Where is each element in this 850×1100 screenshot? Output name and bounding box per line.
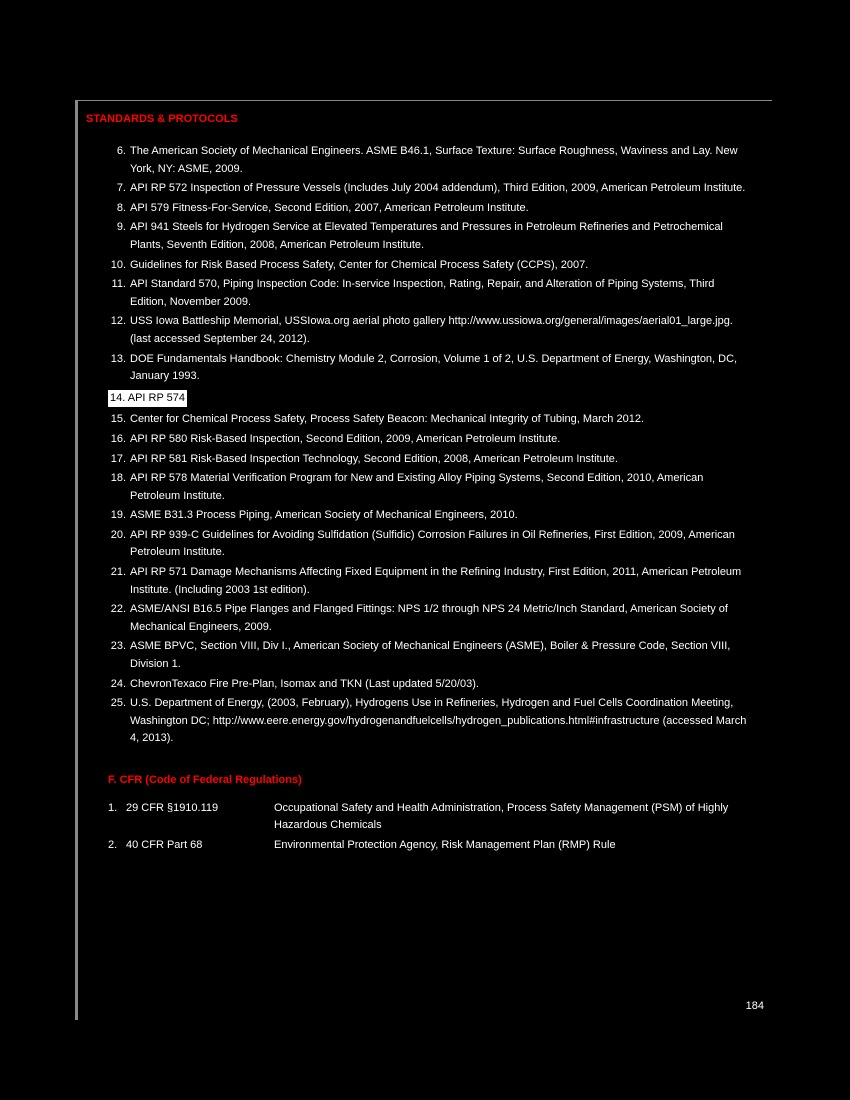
item-text: ASME/ANSI B16.5 Pipe Flanges and Flanged… — [130, 601, 752, 636]
item-number: 22. — [108, 601, 130, 636]
list-item: 7.API RP 572 Inspection of Pressure Vess… — [108, 180, 752, 198]
item-text: The American Society of Mechanical Engin… — [130, 143, 752, 178]
list-item: 20.API RP 939-C Guidelines for Avoiding … — [108, 527, 752, 562]
item-text: Center for Chemical Process Safety, Proc… — [130, 411, 752, 429]
item-text: Guidelines for Risk Based Process Safety… — [130, 257, 752, 275]
item-number: 19. — [108, 507, 130, 525]
cfr-code: 40 CFR Part 68 — [126, 837, 274, 855]
item-number: 8. — [108, 200, 130, 218]
item-number: 17. — [108, 451, 130, 469]
item-number: 9. — [108, 219, 130, 254]
list-item: 10.Guidelines for Risk Based Process Saf… — [108, 257, 752, 275]
cfr-number: 1. — [108, 800, 126, 835]
item-text: API Standard 570, Piping Inspection Code… — [130, 276, 752, 311]
list-item: 24.ChevronTexaco Fire Pre-Plan, Isomax a… — [108, 676, 752, 694]
list-item: 23.ASME BPVC, Section VIII, Div I., Amer… — [108, 638, 752, 673]
list-item: 21.API RP 571 Damage Mechanisms Affectin… — [108, 564, 752, 599]
document-content: 6.The American Society of Mechanical Eng… — [78, 125, 772, 854]
section-header: STANDARDS & PROTOCOLS — [78, 101, 772, 125]
item-text: API 941 Steels for Hydrogen Service at E… — [130, 219, 752, 254]
list-item: 11.API Standard 570, Piping Inspection C… — [108, 276, 752, 311]
item-number: 13. — [108, 351, 130, 386]
list-item: 22.ASME/ANSI B16.5 Pipe Flanges and Flan… — [108, 601, 752, 636]
item-number: 15. — [108, 411, 130, 429]
item-text: API 579 Fitness-For-Service, Second Edit… — [130, 200, 752, 218]
item-text: API RP 939-C Guidelines for Avoiding Sul… — [130, 527, 752, 562]
document-page: STANDARDS & PROTOCOLS 6.The American Soc… — [75, 100, 772, 1020]
item-number: 6. — [108, 143, 130, 178]
item-number: 25. — [108, 695, 130, 748]
item-number: 23. — [108, 638, 130, 673]
item-number: 11. — [108, 276, 130, 311]
cfr-description: Environmental Protection Agency, Risk Ma… — [274, 837, 752, 855]
list-item: 6.The American Society of Mechanical Eng… — [108, 143, 752, 178]
list-item: 19.ASME B31.3 Process Piping, American S… — [108, 507, 752, 525]
item-text: API RP 578 Material Verification Program… — [130, 470, 752, 505]
item-number: 16. — [108, 431, 130, 449]
item-text: DOE Fundamentals Handbook: Chemistry Mod… — [130, 351, 752, 386]
item-number: 20. — [108, 527, 130, 562]
item-text: API RP 580 Risk-Based Inspection, Second… — [130, 431, 752, 449]
item-number: 12. — [108, 313, 130, 348]
item-text: API RP 571 Damage Mechanisms Affecting F… — [130, 564, 752, 599]
item-number: 21. — [108, 564, 130, 599]
item-text: U.S. Department of Energy, (2003, Februa… — [130, 695, 752, 748]
list-item: 16.API RP 580 Risk-Based Inspection, Sec… — [108, 431, 752, 449]
page-number: 184 — [746, 1000, 764, 1012]
item-number: 7. — [108, 180, 130, 198]
list-item: 15.Center for Chemical Process Safety, P… — [108, 411, 752, 429]
item-text: ChevronTexaco Fire Pre-Plan, Isomax and … — [130, 676, 752, 694]
item-number: 18. — [108, 470, 130, 505]
list-item-highlighted: 14. API RP 574 — [108, 388, 752, 410]
list-item: 25.U.S. Department of Energy, (2003, Feb… — [108, 695, 752, 748]
item-text: USS Iowa Battleship Memorial, USSIowa.or… — [130, 313, 752, 348]
highlighted-text: 14. API RP 574 — [108, 390, 187, 408]
item-text: ASME BPVC, Section VIII, Div I., America… — [130, 638, 752, 673]
item-number: 10. — [108, 257, 130, 275]
item-text: API RP 581 Risk-Based Inspection Technol… — [130, 451, 752, 469]
item-number: 24. — [108, 676, 130, 694]
item-text: ASME B31.3 Process Piping, American Soci… — [130, 507, 752, 525]
cfr-code: 29 CFR §1910.119 — [126, 800, 274, 835]
list-item: 17.API RP 581 Risk-Based Inspection Tech… — [108, 451, 752, 469]
cfr-row: 2.40 CFR Part 68Environmental Protection… — [108, 837, 752, 855]
list-item: 12.USS Iowa Battleship Memorial, USSIowa… — [108, 313, 752, 348]
list-item: 8.API 579 Fitness-For-Service, Second Ed… — [108, 200, 752, 218]
cfr-number: 2. — [108, 837, 126, 855]
cfr-section-heading: F. CFR (Code of Federal Regulations) — [108, 772, 752, 790]
cfr-description: Occupational Safety and Health Administr… — [274, 800, 752, 835]
item-text: API RP 572 Inspection of Pressure Vessel… — [130, 180, 752, 198]
cfr-row: 1.29 CFR §1910.119Occupational Safety an… — [108, 800, 752, 835]
list-item: 9.API 941 Steels for Hydrogen Service at… — [108, 219, 752, 254]
list-item: 13.DOE Fundamentals Handbook: Chemistry … — [108, 351, 752, 386]
list-item: 18.API RP 578 Material Verification Prog… — [108, 470, 752, 505]
